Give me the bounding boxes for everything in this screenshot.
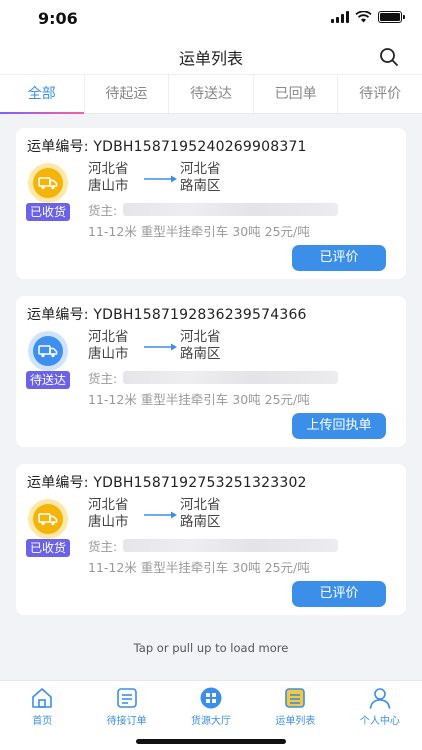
vehicle-spec: 11-12米 重型半挂牵引车 30吨 25元/吨 [88,392,310,407]
waybill-list-icon [285,688,306,708]
vehicle-spec: 11-12米 重型半挂牵引车 30吨 25元/吨 [88,224,310,239]
cargo-owner: 货主: [88,536,339,555]
cargo-hall-icon [200,687,222,709]
tabbar-item-profile[interactable]: 个人中心 [338,681,422,750]
origin: 河北省 唐山市 [88,161,129,195]
destination-province: 河北省 [180,497,221,513]
route-arrow-icon [144,343,177,351]
upload-receipt-button[interactable]: 上传回执单 [292,413,386,439]
tabbar-label: 待接订单 [106,716,147,727]
owner-label: 货主: [88,203,118,218]
owner-label: 货主: [88,371,118,386]
destination: 河北省 路南区 [180,329,221,363]
status-badge: 已收货 [26,539,71,557]
destination-city: 路南区 [180,178,221,194]
origin-city: 唐山市 [88,346,129,362]
cargo-owner: 货主: [88,368,339,387]
order-number: 运单编号: YDBH1587192753251323302 [27,475,307,491]
cargo-owner: 货主: [88,200,339,219]
reviewed-button[interactable]: 已评价 [292,245,386,271]
cellular-signal-icon [331,11,349,23]
order-number: 运单编号: YDBH1587192836239574366 [27,307,307,323]
wifi-icon [355,11,372,23]
owner-label: 货主: [88,539,118,554]
destination: 河北省 路南区 [180,497,221,531]
origin: 河北省 唐山市 [88,497,129,531]
owner-name-blurred [123,203,339,216]
truck-icon [38,177,58,190]
route-arrow-icon [144,175,177,183]
tabbar-label: 运单列表 [275,716,316,727]
origin-province: 河北省 [88,161,129,177]
route-arrow-icon [144,511,177,519]
destination: 河北省 路南区 [180,161,221,195]
owner-name-blurred [123,539,339,552]
waybill-list: 运单编号: YDBH1587195240269908371 已收货 河北省 唐山… [16,128,406,632]
origin: 河北省 唐山市 [88,329,129,363]
tab-pending-review[interactable]: 待评价 [338,75,422,113]
truck-badge [28,499,68,539]
truck-badge [28,163,68,203]
destination-city: 路南区 [180,346,221,362]
load-more-hint[interactable]: Tap or pull up to load more [0,641,422,655]
tab-pending-delivery[interactable]: 待送达 [169,75,254,113]
origin-province: 河北省 [88,329,129,345]
tabbar-item-home[interactable]: 首页 [0,681,84,750]
waybill-card[interactable]: 运单编号: YDBH1587192836239574366 待送达 河北省 唐山… [16,296,406,447]
tabbar-label: 货源大厅 [191,716,232,727]
status-badge: 已收货 [26,203,71,221]
battery-icon [378,11,405,23]
tabbar-label: 个人中心 [359,716,400,727]
order-number: 运单编号: YDBH1587195240269908371 [27,139,307,155]
order-list-icon [116,688,137,708]
destination-province: 河北省 [180,329,221,345]
truck-badge [28,331,68,371]
destination-province: 河北省 [180,161,221,177]
status-time: 9:06 [38,9,78,28]
waybill-card[interactable]: 运单编号: YDBH1587195240269908371 已收货 河北省 唐山… [16,128,406,279]
page-title: 运单列表 [178,49,243,68]
origin-city: 唐山市 [88,514,129,530]
filter-tabs: 全部 待起运 待送达 已回单 待评价 [0,74,422,114]
tab-receipted[interactable]: 已回单 [254,75,339,113]
waybill-card[interactable]: 运单编号: YDBH1587192753251323302 已收货 河北省 唐山… [16,464,406,615]
vehicle-spec: 11-12米 重型半挂牵引车 30吨 25元/吨 [88,560,310,575]
tab-pending-departure[interactable]: 待起运 [85,75,170,113]
owner-name-blurred [123,371,339,384]
status-bar: 9:06 [0,0,422,40]
search-icon[interactable] [378,46,400,68]
nav-bar: 运单列表 [0,40,422,74]
tabbar-label: 首页 [32,716,53,727]
truck-icon [38,345,58,358]
status-badge: 待送达 [26,371,71,389]
origin-province: 河北省 [88,497,129,513]
user-icon [369,688,391,709]
truck-icon [38,513,58,526]
status-icons [331,11,405,23]
reviewed-button[interactable]: 已评价 [292,581,386,607]
home-indicator [136,739,286,744]
destination-city: 路南区 [180,514,221,530]
home-icon [32,688,53,708]
origin-city: 唐山市 [88,178,129,194]
tab-all[interactable]: 全部 [0,75,85,114]
